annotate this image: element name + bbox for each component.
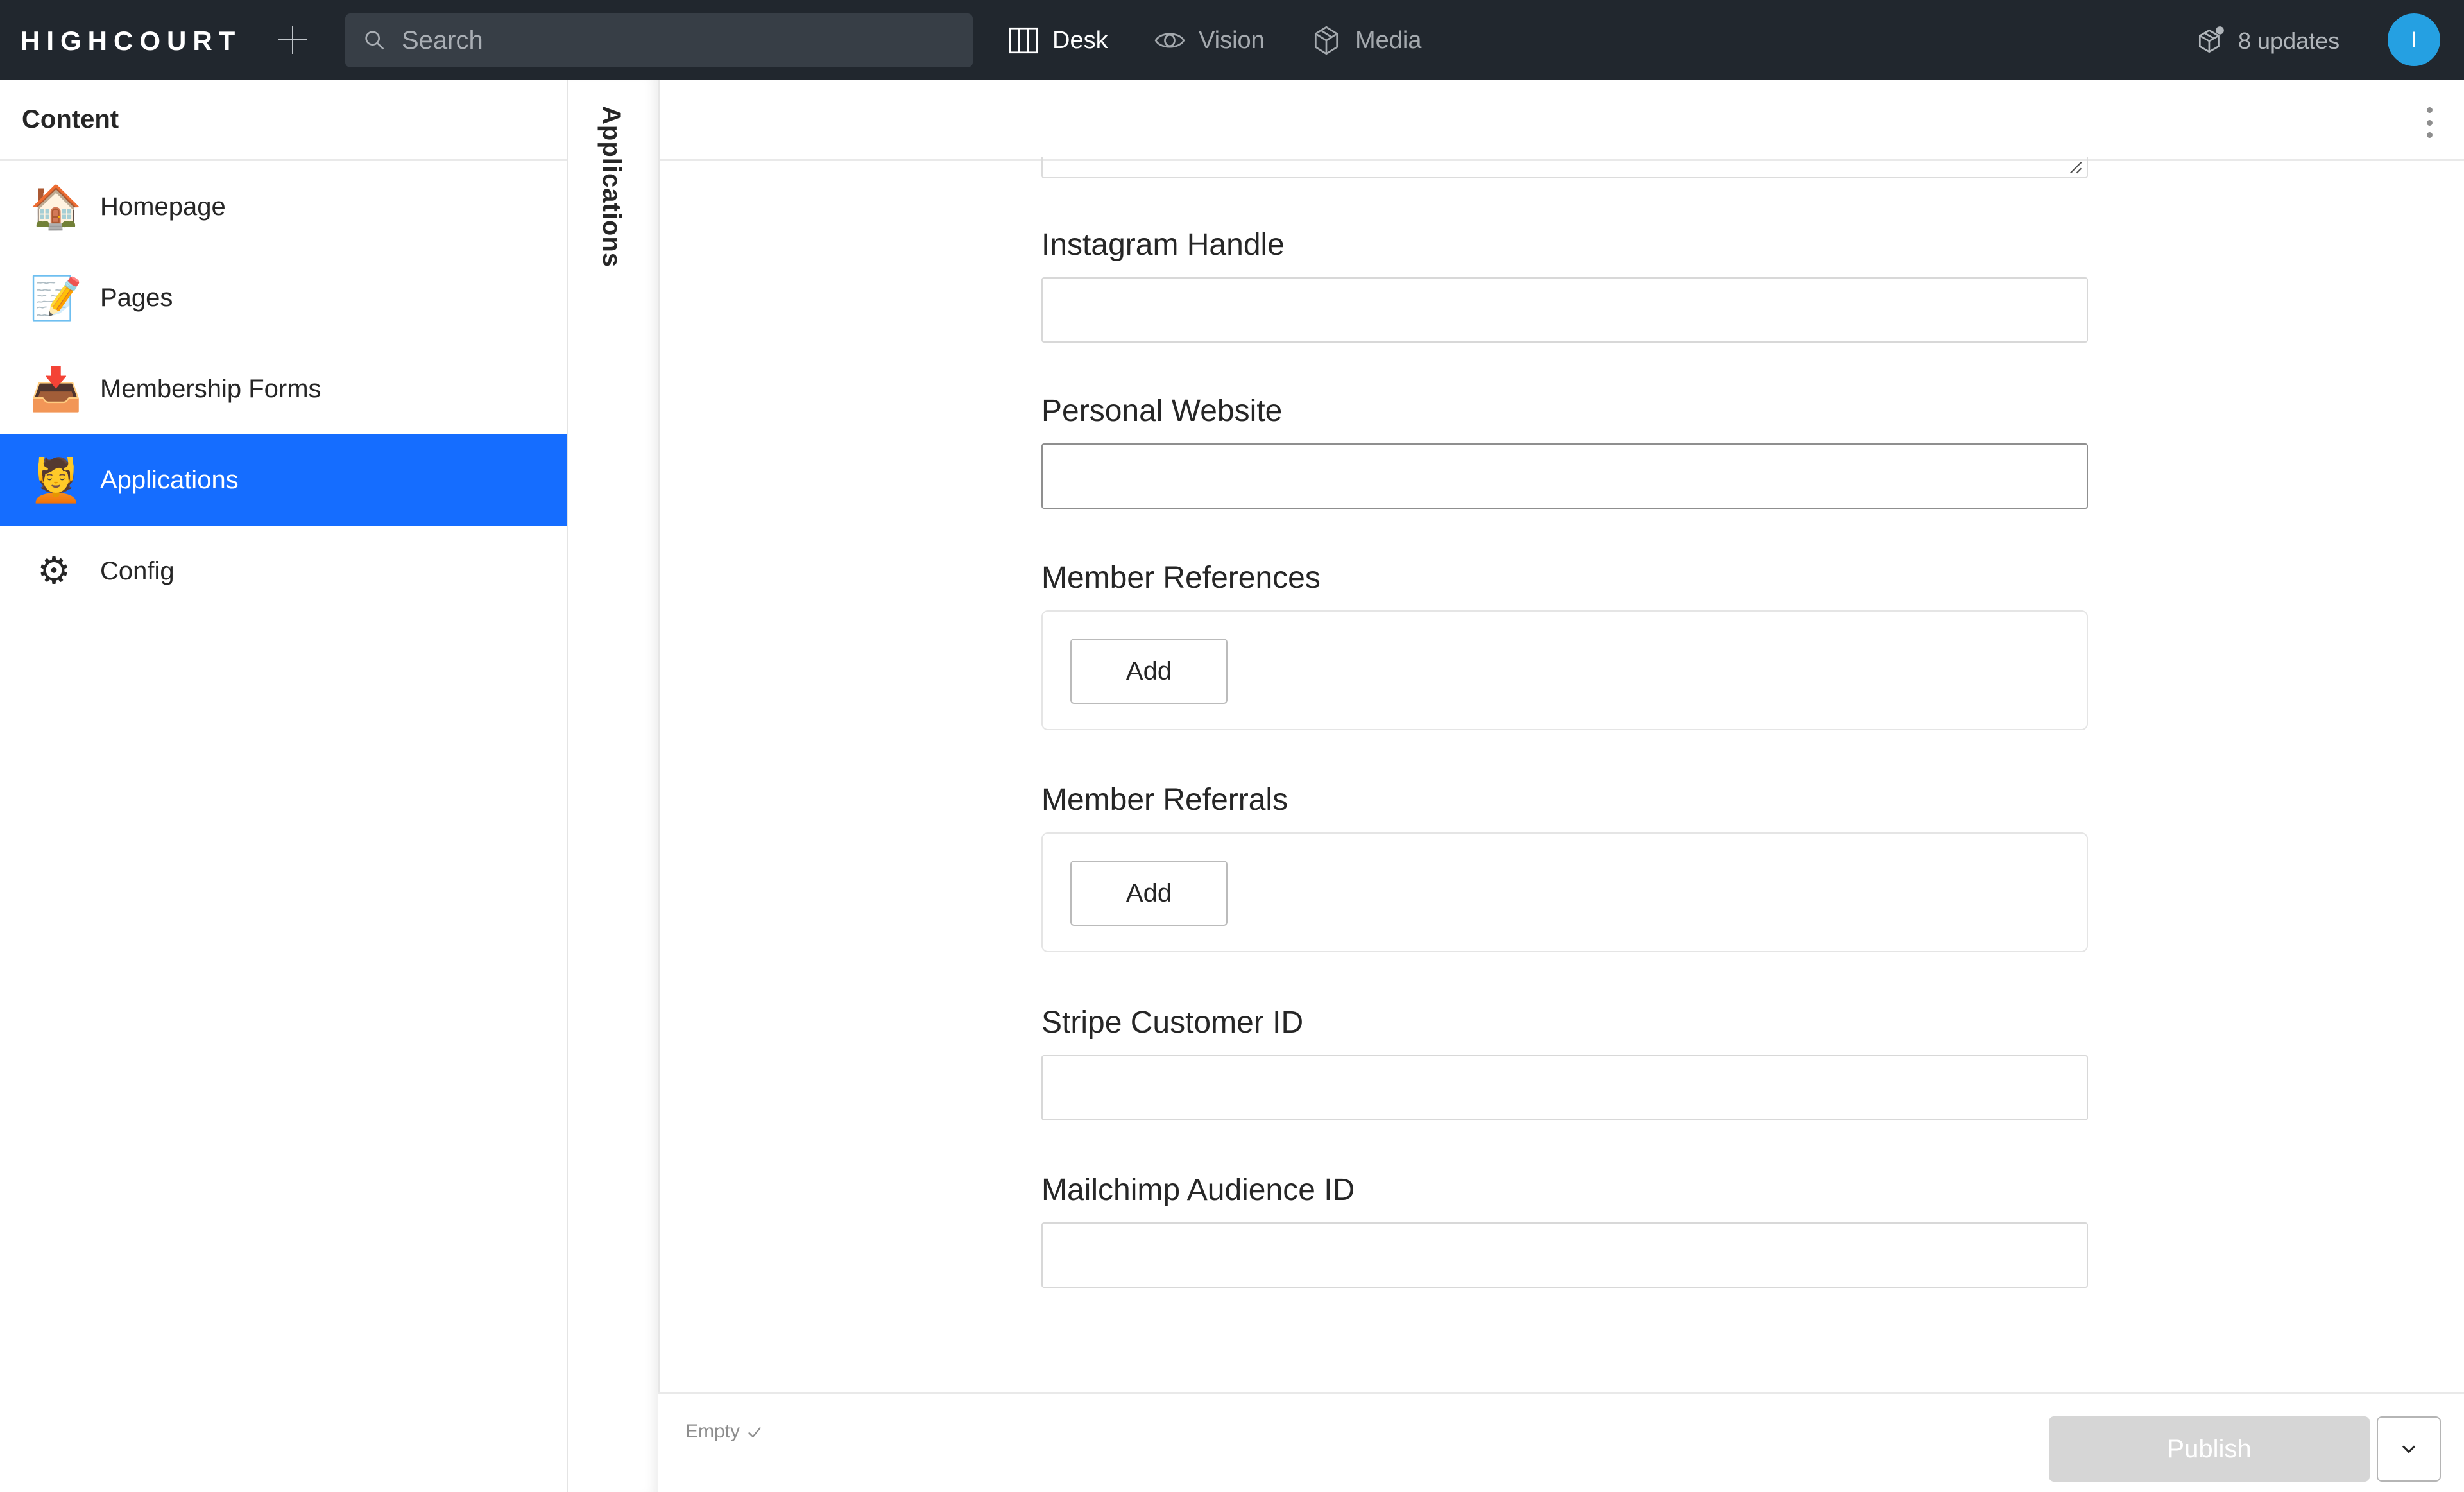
previous-textarea[interactable] bbox=[1041, 157, 2088, 178]
create-new-button[interactable] bbox=[276, 23, 309, 56]
member-referrals-label: Member Referrals bbox=[1041, 783, 1288, 817]
person-massage-icon: 💆 bbox=[30, 456, 83, 504]
add-member-reference-button[interactable]: Add bbox=[1070, 639, 1228, 704]
sidebar-item-pages[interactable]: 📝 Pages bbox=[0, 252, 567, 343]
nav-desk-label: Desk bbox=[1052, 26, 1108, 54]
updates-label: 8 updates bbox=[2238, 28, 2340, 54]
stripe-customer-id-label: Stripe Customer ID bbox=[1041, 1006, 1304, 1040]
mailchimp-audience-id-input[interactable] bbox=[1041, 1222, 2088, 1288]
sidebar-item-homepage[interactable]: 🏠 Homepage bbox=[0, 161, 567, 252]
member-references-array: Add bbox=[1041, 610, 2088, 730]
add-member-referral-button[interactable]: Add bbox=[1070, 861, 1228, 926]
inbox-tray-icon: 📥 bbox=[30, 365, 83, 413]
sidebar-item-config[interactable]: ⚙ Config bbox=[0, 526, 567, 617]
eye-icon bbox=[1154, 33, 1185, 48]
sidebar-title: Content bbox=[0, 80, 567, 161]
more-options-button[interactable] bbox=[2423, 107, 2436, 138]
personal-website-label: Personal Website bbox=[1041, 394, 1283, 428]
collapsed-applications-pane[interactable]: Applications bbox=[569, 80, 658, 1492]
instagram-handle-label: Instagram Handle bbox=[1041, 228, 1285, 262]
package-updates-icon bbox=[2198, 26, 2224, 53]
mailchimp-audience-id-label: Mailchimp Audience ID bbox=[1041, 1173, 1355, 1207]
updates-button[interactable]: 8 updates bbox=[2194, 23, 2340, 59]
collapsed-pane-title: Applications bbox=[597, 106, 626, 268]
kebab-dot bbox=[2426, 132, 2433, 138]
gear-icon: ⚙ bbox=[37, 550, 71, 592]
desk-columns-icon bbox=[1009, 27, 1038, 54]
avatar-initial: I bbox=[2411, 27, 2417, 52]
memo-icon: 📝 bbox=[30, 274, 83, 322]
search-input[interactable] bbox=[402, 26, 954, 55]
nav-media-label: Media bbox=[1355, 26, 1422, 54]
chevron-down-icon bbox=[2402, 1445, 2416, 1453]
member-referrals-array: Add bbox=[1041, 832, 2088, 952]
sidebar-item-membership-forms[interactable]: 📥 Membership Forms bbox=[0, 343, 567, 434]
user-avatar[interactable]: I bbox=[2388, 13, 2440, 66]
sidebar-item-label: Membership Forms bbox=[100, 374, 321, 403]
publish-button[interactable]: Publish bbox=[2049, 1416, 2370, 1482]
personal-website-input[interactable] bbox=[1041, 443, 2088, 509]
status-text: Empty bbox=[685, 1421, 740, 1442]
editor-footer: Empty Publish bbox=[658, 1392, 2464, 1492]
checkmark-icon bbox=[748, 1427, 762, 1438]
nav-vision[interactable]: Vision bbox=[1154, 23, 1265, 58]
sidebar-item-label: Applications bbox=[100, 465, 239, 494]
instagram-handle-input[interactable] bbox=[1041, 277, 2088, 343]
nav-desk[interactable]: Desk bbox=[1007, 23, 1108, 58]
document-editor: Instagram Handle Personal Website Member… bbox=[658, 80, 2464, 1492]
house-icon: 🏠 bbox=[30, 183, 83, 230]
search-icon bbox=[365, 31, 384, 50]
nav-vision-label: Vision bbox=[1199, 26, 1265, 54]
publish-options-button[interactable] bbox=[2377, 1416, 2441, 1482]
editor-header bbox=[660, 80, 2464, 161]
sidebar-item-label: Homepage bbox=[100, 192, 226, 221]
logo[interactable]: HIGHCOURT bbox=[21, 26, 241, 56]
member-references-label: Member References bbox=[1041, 561, 1321, 595]
top-navigation-bar: HIGHCOURT Desk Vision Media 8 updates I bbox=[0, 0, 2464, 80]
sidebar-item-label: Pages bbox=[100, 283, 173, 312]
nav-media[interactable]: Media bbox=[1310, 23, 1422, 58]
stripe-customer-id-input[interactable] bbox=[1041, 1055, 2088, 1120]
cube-icon bbox=[1314, 26, 1339, 55]
kebab-dot bbox=[2426, 119, 2433, 126]
document-status: Empty bbox=[685, 1421, 763, 1443]
content-sidebar: Content 🏠 Homepage 📝 Pages 📥 Membership … bbox=[0, 80, 568, 1492]
resize-grip-icon[interactable] bbox=[2067, 159, 2083, 175]
sidebar-item-label: Config bbox=[100, 556, 175, 585]
kebab-dot bbox=[2426, 107, 2433, 113]
sidebar-item-applications[interactable]: 💆 Applications bbox=[0, 434, 567, 526]
search-box[interactable] bbox=[345, 13, 973, 67]
